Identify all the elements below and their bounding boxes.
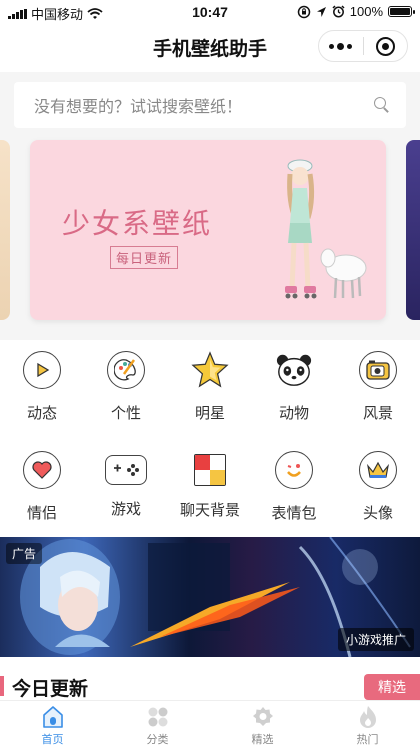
battery-percent: 100% xyxy=(349,4,383,19)
flame-icon xyxy=(356,705,380,729)
tab-label: 分类 xyxy=(146,734,169,746)
panda-icon xyxy=(275,351,313,389)
emoji-face-icon xyxy=(275,451,313,489)
camera-icon xyxy=(359,351,397,389)
category-label: 动态 xyxy=(26,405,57,422)
tab-featured[interactable]: 精选 xyxy=(210,701,315,747)
tab-home[interactable]: 首页 xyxy=(0,701,105,747)
category-scenery[interactable]: 风景 xyxy=(338,351,418,423)
carousel-next-card[interactable] xyxy=(406,140,420,320)
battery-icon xyxy=(388,6,415,17)
ad-tag[interactable]: 广告 xyxy=(6,543,43,564)
ad-banner[interactable]: 广告 小游戏推广 xyxy=(0,537,420,657)
mini-game-promo-label: 小游戏推广 xyxy=(337,628,414,651)
category-label: 个性 xyxy=(110,405,141,422)
search-icon[interactable] xyxy=(374,97,390,113)
tab-bar: 首页 分类 精选 热门 xyxy=(0,700,420,747)
category-emoji[interactable]: 表情包 xyxy=(254,451,334,523)
girl-with-sheep-illustration xyxy=(285,159,367,299)
mini-program-capsule xyxy=(318,30,408,62)
status-bar: 中国移动 10:47 100% xyxy=(0,0,420,24)
category-label: 情侣 xyxy=(26,505,57,522)
gamepad-icon xyxy=(105,455,147,485)
close-mini-program-button[interactable] xyxy=(364,31,408,61)
category-dynamic[interactable]: 动态 xyxy=(2,351,82,423)
category-label: 表情包 xyxy=(271,505,317,522)
category-couple[interactable]: 情侣 xyxy=(2,451,82,523)
banner-title: 少女系壁纸 xyxy=(62,208,213,239)
gear-badge-icon xyxy=(251,705,275,729)
tab-label: 热门 xyxy=(356,734,379,746)
section-accent-bar xyxy=(0,676,4,696)
banner-subtitle: 每日更新 xyxy=(110,246,179,269)
category-celebrity[interactable]: 明星 xyxy=(170,351,250,423)
carousel-prev-card[interactable] xyxy=(0,140,10,320)
category-chat-background[interactable]: 聊天背景 xyxy=(170,451,250,520)
target-close-icon xyxy=(375,36,395,56)
search-input[interactable]: 没有想要的？试试搜索壁纸！ xyxy=(14,82,406,128)
category-label: 动物 xyxy=(278,405,309,422)
category-label: 游戏 xyxy=(110,501,141,518)
category-animal[interactable]: 动物 xyxy=(254,351,334,423)
category-label: 头像 xyxy=(362,505,393,522)
category-label: 聊天背景 xyxy=(179,502,240,519)
tab-category[interactable]: 分类 xyxy=(105,701,210,747)
nav-bar: 手机壁纸助手 xyxy=(0,24,420,68)
featured-button[interactable]: 精选 xyxy=(364,674,420,700)
tab-hot[interactable]: 热门 xyxy=(315,701,420,747)
heart-icon xyxy=(23,451,61,489)
play-icon xyxy=(23,351,61,389)
location-icon xyxy=(316,6,326,17)
battery-fill xyxy=(390,8,410,15)
carousel-banner[interactable]: 少女系壁纸 每日更新 xyxy=(30,140,386,320)
tab-label: 首页 xyxy=(41,734,64,746)
today-updates-section: 今日更新 精选 xyxy=(0,672,420,700)
search-placeholder: 没有想要的？试试搜索壁纸！ xyxy=(34,99,243,116)
section-title: 今日更新 xyxy=(12,679,89,700)
status-right: 100% xyxy=(297,4,415,19)
category-label: 明星 xyxy=(194,405,225,422)
category-game[interactable]: 游戏 xyxy=(86,451,166,519)
palette-icon xyxy=(107,351,145,389)
more-dots-icon xyxy=(329,42,353,50)
category-icon xyxy=(146,705,170,729)
crown-icon xyxy=(359,451,397,489)
category-label: 风景 xyxy=(362,405,393,422)
more-button[interactable] xyxy=(319,31,363,61)
alarm-icon xyxy=(332,5,345,18)
rotation-lock-icon xyxy=(297,5,310,18)
tab-label: 精选 xyxy=(251,734,274,746)
star-icon xyxy=(191,351,229,389)
color-blocks-icon xyxy=(194,454,226,486)
home-icon xyxy=(41,705,65,729)
category-personality[interactable]: 个性 xyxy=(86,351,166,423)
category-avatar[interactable]: 头像 xyxy=(338,451,418,523)
